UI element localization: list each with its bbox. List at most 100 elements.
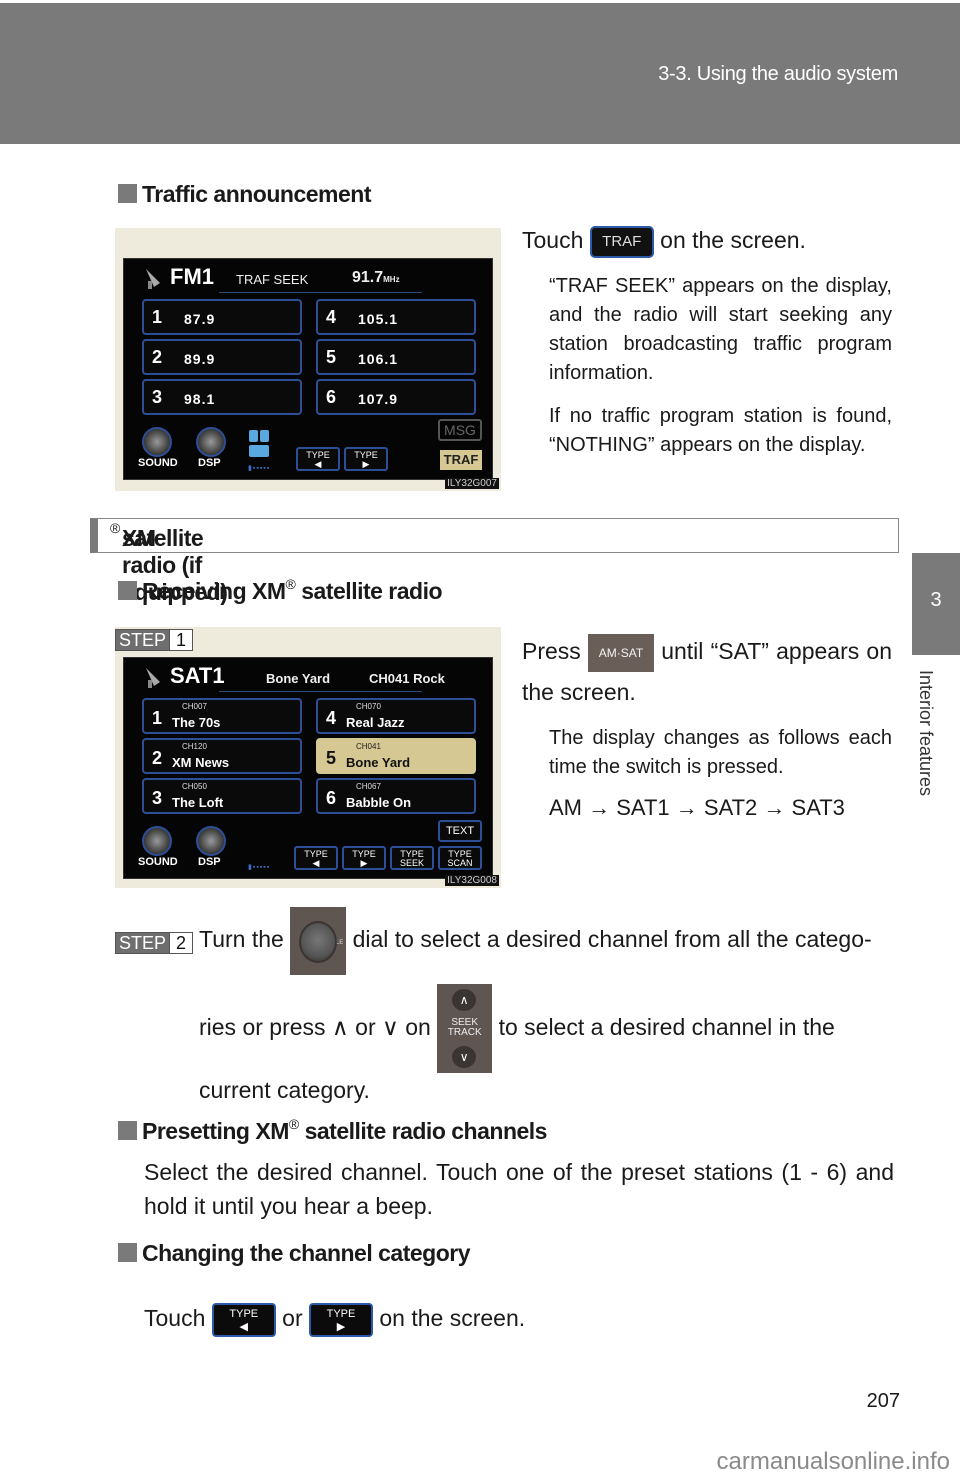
instruction-text: Press <box>522 638 581 664</box>
preset-frequency: 98.1 <box>184 391 216 407</box>
arrow-icon: → <box>763 795 786 820</box>
dsp-label: DSP <box>198 457 221 469</box>
registered-mark: ® <box>288 1116 299 1132</box>
preset-button-1[interactable]: 1 CH007 The 70s <box>142 698 302 734</box>
page-header: 3-3. Using the audio system <box>0 3 960 144</box>
heading-bullet-icon <box>118 581 137 600</box>
sound-button[interactable] <box>142 826 172 856</box>
chapter-label: Interior features <box>916 670 948 830</box>
preset-name: The Loft <box>172 795 224 810</box>
watermark[interactable]: carmanualsonline.info <box>717 1448 950 1476</box>
satellite-dish-icon <box>146 668 160 688</box>
status-label: TRAF SEEK <box>236 272 309 287</box>
preset-button-4[interactable]: 4 105.1 <box>316 299 476 335</box>
traffic-instruction: Touch TRAF on the screen. <box>522 220 806 260</box>
sat-display: SAT1 Bone Yard CH041 Rock 1 CH007 The 70s … <box>123 657 493 879</box>
instruction-text: or <box>282 1305 303 1331</box>
preset-number: 1 <box>152 708 163 728</box>
receiving-heading-text: Receiving XM <box>142 578 286 604</box>
type-next-inline-button: TYPE ▶ <box>309 1302 373 1337</box>
preset-frequency: 106.1 <box>358 351 399 367</box>
preset-button-2[interactable]: 2 CH120 XM News <box>142 738 302 774</box>
dial-knob-icon <box>299 920 338 963</box>
preset-button-4[interactable]: 4 CH070 Real Jazz <box>316 698 476 734</box>
traffic-note-1: “TRAF SEEK” appears on the display, and … <box>549 275 892 384</box>
type-scan-button[interactable]: TYPE SCAN <box>438 846 482 870</box>
preset-number: 5 <box>326 748 337 768</box>
sequence-item: AM <box>549 795 582 820</box>
preset-number: 1 <box>152 307 163 327</box>
traffic-heading: Traffic announcement <box>118 181 371 208</box>
preset-button-6[interactable]: 6 CH067 Babble On <box>316 778 476 814</box>
step-2-line-3: current category. <box>199 1077 370 1103</box>
image-id: ILY32G008 <box>445 875 499 886</box>
type-next-button[interactable]: TYPE ▶ <box>342 846 386 870</box>
traf-button[interactable]: TRAF <box>440 450 482 470</box>
image-id: ILY32G007 <box>445 478 499 489</box>
chapter-number: 3 <box>930 589 942 611</box>
fm-screen-image: FM1 TRAF SEEK 91.7MHz 1 87.9 2 89.9 3 98.1 … <box>115 228 501 491</box>
dsp-label: DSP <box>198 856 221 868</box>
text-button[interactable]: TEXT <box>438 820 482 842</box>
instruction-text: Touch <box>144 1305 206 1331</box>
preset-frequency: 89.9 <box>184 351 216 367</box>
type-label: TYPE <box>326 1307 356 1320</box>
step-number: 2 <box>169 933 193 953</box>
type-next-button[interactable]: TYPE ▶ <box>344 447 388 471</box>
preset-button-1[interactable]: 1 87.9 <box>142 299 302 335</box>
seek-track-button-image: ∧ SEEK TRACK ∨ <box>437 984 493 1074</box>
preset-button-3[interactable]: 3 98.1 <box>142 379 302 415</box>
preset-name: Babble On <box>346 795 412 810</box>
type-prev-button[interactable]: TYPE ◀ <box>296 447 340 471</box>
traf-inline-button: TRAF <box>589 225 654 258</box>
msg-button[interactable]: MSG <box>438 419 482 441</box>
preset-name: XM News <box>172 755 230 770</box>
preset-button-2[interactable]: 2 89.9 <box>142 339 302 375</box>
receiving-heading: Receiving XM® satellite radio <box>118 577 443 605</box>
dsp-button[interactable] <box>196 826 226 856</box>
type-label: TYPE <box>229 1307 259 1320</box>
preset-name: Real Jazz <box>346 715 405 730</box>
frequency-value: 91.7 <box>352 269 384 286</box>
dsp-button[interactable] <box>196 427 226 457</box>
right-arrow-icon: ▶ <box>336 1320 346 1333</box>
preset-button-5-selected[interactable]: 5 CH041 Bone Yard <box>316 738 476 774</box>
preset-button-6[interactable]: 6 107.9 <box>316 379 476 415</box>
sound-label: SOUND <box>138 457 178 469</box>
traffic-note-2: If no traffic program station is found, … <box>549 405 892 456</box>
instruction-text: to select a desired channel in the <box>498 1014 835 1040</box>
type-seek-button[interactable]: TYPE SEEK <box>390 846 434 870</box>
section-heading-bar: XM ® satellite radio (if equipped) <box>90 518 899 605</box>
channel-name: Bone Yard <box>266 671 331 686</box>
presetting-heading-text: satellite radio channels <box>304 1118 548 1144</box>
tune-file-dial-image: TUNE FILE <box>290 906 347 975</box>
step-label: STEP <box>116 933 170 953</box>
chapter-tab[interactable]: 3 <box>912 553 960 655</box>
step-1-instruction: Press AM·SAT until “SAT” appears on the … <box>522 631 892 712</box>
preset-button-3[interactable]: 3 CH050 The Loft <box>142 778 302 814</box>
down-arrow-icon: ∨ <box>452 1046 477 1069</box>
type-prev-button[interactable]: TYPE ◀ <box>294 846 338 870</box>
step-2-badge: STEP 2 <box>115 932 194 954</box>
heading-bullet-icon <box>118 1243 137 1262</box>
preset-number: 6 <box>326 788 337 808</box>
preset-name: The 70s <box>172 715 221 730</box>
sat-screen-image: SAT1 Bone Yard CH041 Rock 1 CH007 The 70s … <box>115 627 501 888</box>
instruction-text: Turn the <box>199 926 284 952</box>
preset-button-5[interactable]: 5 106.1 <box>316 339 476 375</box>
seat-sound-icon[interactable] <box>248 429 270 459</box>
presetting-heading: Presetting XM® satellite radio channels <box>118 1116 548 1145</box>
sound-label: SOUND <box>138 856 178 868</box>
volume-level-icon: ▮▪▪▪▪▪ <box>248 465 271 472</box>
header-divider <box>219 292 422 293</box>
preset-number: 6 <box>326 387 337 407</box>
category-instruction: Touch TYPE ◀ or TYPE ▶ on the screen. <box>144 1298 525 1338</box>
instruction-text: ries or press ∧ or ∨ on <box>199 1014 431 1040</box>
preset-channel: CH007 <box>182 702 207 711</box>
type-prev-inline-button: TYPE ◀ <box>211 1302 276 1337</box>
section-title: 3-3. Using the audio system <box>658 63 898 85</box>
presetting-body: Select the desired channel. Touch one of… <box>144 1159 894 1219</box>
header-divider <box>219 691 422 692</box>
sound-button[interactable] <box>142 427 172 457</box>
preset-frequency: 107.9 <box>358 391 399 407</box>
